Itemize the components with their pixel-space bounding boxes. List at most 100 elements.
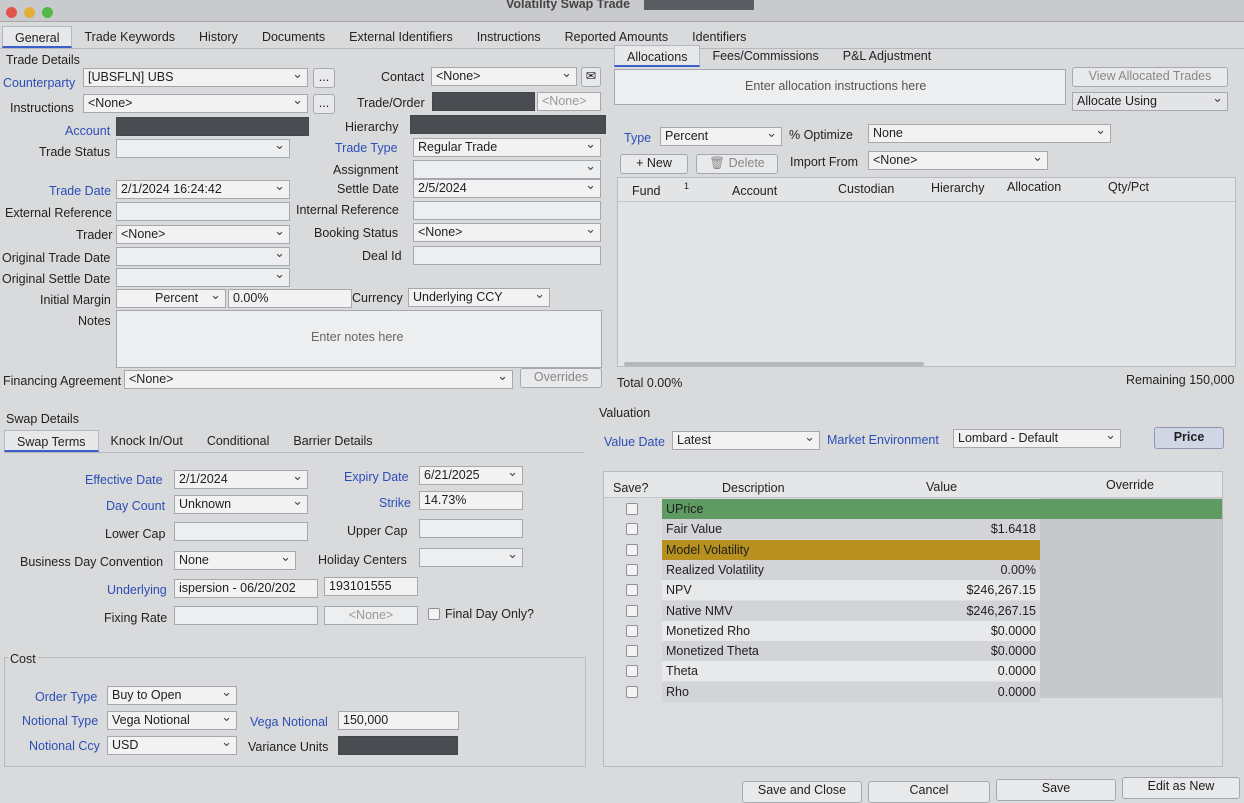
col-qty-pct[interactable]: Qty/Pct: [1108, 180, 1149, 194]
valuation-row[interactable]: Fair Value $1.6418: [662, 519, 1040, 539]
hierarchy-field[interactable]: [410, 115, 606, 134]
price-button[interactable]: Price: [1154, 427, 1224, 449]
fixing-rate-source-field[interactable]: <None>: [324, 606, 418, 625]
counterparty-select[interactable]: [UBSFLN] UBS: [83, 68, 308, 87]
external-reference-field[interactable]: [116, 202, 290, 221]
strike-field[interactable]: 14.73%: [419, 491, 523, 510]
new-allocation-button[interactable]: + New: [620, 154, 688, 174]
underlying-id-field[interactable]: 193101555: [324, 577, 418, 596]
instructions-select[interactable]: <None>: [83, 94, 308, 113]
allocation-instructions-field[interactable]: Enter allocation instructions here: [614, 69, 1066, 105]
valuation-row[interactable]: Monetized Rho $0.0000: [662, 621, 1040, 641]
col-fund[interactable]: Fund: [632, 184, 661, 198]
col-hierarchy[interactable]: Hierarchy: [931, 181, 985, 195]
valuation-row[interactable]: Realized Volatility 0.00%: [662, 560, 1040, 580]
save-checkbox[interactable]: [626, 523, 638, 535]
instructions-lookup-button[interactable]: ...: [313, 94, 335, 114]
maximize-window-icon[interactable]: [42, 7, 53, 18]
valuation-row[interactable]: Rho 0.0000: [662, 682, 1040, 702]
tab-knock-in-out[interactable]: Knock In/Out: [99, 430, 195, 452]
save-checkbox[interactable]: [626, 605, 638, 617]
tab-general[interactable]: General: [2, 26, 73, 48]
assignment-select[interactable]: [413, 160, 601, 179]
tab-swap-terms[interactable]: Swap Terms: [4, 430, 99, 452]
fixing-rate-field[interactable]: [174, 606, 318, 625]
col-description[interactable]: Description: [722, 481, 785, 495]
currency-select[interactable]: Underlying CCY: [408, 288, 550, 307]
valuation-row[interactable]: Monetized Theta $0.0000: [662, 641, 1040, 661]
value-date-select[interactable]: Latest: [672, 431, 820, 450]
tab-conditional[interactable]: Conditional: [195, 430, 282, 452]
optimize-select[interactable]: None: [868, 124, 1111, 143]
tab-external-identifiers[interactable]: External Identifiers: [337, 26, 465, 48]
original-settle-date-field[interactable]: [116, 268, 290, 287]
contact-select[interactable]: <None>: [431, 67, 577, 86]
minimize-window-icon[interactable]: [24, 7, 35, 18]
valuation-row[interactable]: UPrice: [662, 499, 1222, 519]
edit-as-new-button[interactable]: Edit as New: [1122, 777, 1240, 799]
save-checkbox[interactable]: [626, 625, 638, 637]
trade-order-field[interactable]: <None>: [537, 92, 601, 111]
upper-cap-field[interactable]: [419, 519, 523, 538]
variance-units-field[interactable]: [338, 736, 458, 755]
save-checkbox[interactable]: [626, 665, 638, 677]
vega-notional-field[interactable]: 150,000: [338, 711, 459, 730]
booking-status-select[interactable]: <None>: [413, 223, 601, 242]
effective-date-field[interactable]: 2/1/2024: [174, 470, 308, 489]
day-count-select[interactable]: Unknown: [174, 495, 308, 514]
allocations-grid[interactable]: Fund 1 Account Custodian Hierarchy Alloc…: [617, 177, 1236, 367]
tab-instructions[interactable]: Instructions: [465, 26, 553, 48]
save-checkbox[interactable]: [626, 544, 638, 556]
original-trade-date-field[interactable]: [116, 247, 290, 266]
save-checkbox[interactable]: [626, 564, 638, 576]
initial-margin-value-field[interactable]: 0.00%: [228, 289, 352, 308]
expiry-date-field[interactable]: 6/21/2025: [419, 466, 523, 485]
valuation-row[interactable]: Model Volatility: [662, 540, 1040, 560]
deal-id-field[interactable]: [413, 246, 601, 265]
col-account[interactable]: Account: [732, 184, 777, 198]
underlying-field[interactable]: ispersion - 06/20/202: [174, 579, 318, 598]
trader-select[interactable]: <None>: [116, 225, 290, 244]
overrides-button[interactable]: Overrides: [520, 368, 602, 388]
allocate-using-select[interactable]: Allocate Using: [1072, 92, 1228, 111]
notional-type-select[interactable]: Vega Notional: [107, 711, 237, 730]
save-button[interactable]: Save: [996, 779, 1116, 801]
business-day-convention-select[interactable]: None: [174, 551, 296, 570]
col-value[interactable]: Value: [926, 480, 957, 494]
trade-type-select[interactable]: Regular Trade: [413, 138, 601, 157]
tab-barrier-details[interactable]: Barrier Details: [281, 430, 384, 452]
col-save[interactable]: Save?: [613, 481, 648, 495]
tab-documents[interactable]: Documents: [250, 26, 337, 48]
valuation-row[interactable]: Theta 0.0000: [662, 661, 1040, 681]
trade-status-select[interactable]: [116, 139, 290, 158]
save-checkbox[interactable]: [626, 503, 638, 515]
tab-trade-keywords[interactable]: Trade Keywords: [72, 26, 187, 48]
allocations-scrollbar[interactable]: [624, 362, 924, 366]
trade-order-redacted[interactable]: [432, 92, 535, 111]
view-allocated-trades-button[interactable]: View Allocated Trades: [1072, 67, 1228, 87]
col-custodian[interactable]: Custodian: [838, 182, 894, 196]
valuation-row[interactable]: Native NMV $246,267.15: [662, 601, 1040, 621]
holiday-centers-select[interactable]: [419, 548, 523, 567]
notional-ccy-select[interactable]: USD: [107, 736, 237, 755]
tab-history[interactable]: History: [187, 26, 250, 48]
account-field[interactable]: [116, 117, 309, 136]
order-type-select[interactable]: Buy to Open: [107, 686, 237, 705]
lower-cap-field[interactable]: [174, 522, 308, 541]
contact-mail-icon[interactable]: ✉: [581, 67, 601, 87]
tab-pl-adjustment[interactable]: P&L Adjustment: [831, 45, 943, 67]
save-checkbox[interactable]: [626, 645, 638, 657]
import-from-select[interactable]: <None>: [868, 151, 1048, 170]
financing-agreement-select[interactable]: <None>: [124, 370, 513, 389]
counterparty-lookup-button[interactable]: ...: [313, 68, 335, 88]
final-day-only-checkbox[interactable]: [428, 608, 440, 620]
notes-textarea[interactable]: Enter notes here: [116, 310, 602, 368]
tab-fees-commissions[interactable]: Fees/Commissions: [700, 45, 830, 67]
trade-date-field[interactable]: 2/1/2024 16:24:42: [116, 180, 290, 199]
delete-allocation-button[interactable]: 🗑 Delete: [696, 154, 778, 174]
close-window-icon[interactable]: [6, 7, 17, 18]
internal-reference-field[interactable]: [413, 201, 601, 220]
col-allocation[interactable]: Allocation: [1007, 180, 1061, 194]
market-environment-select[interactable]: Lombard - Default: [953, 429, 1121, 448]
save-checkbox[interactable]: [626, 686, 638, 698]
